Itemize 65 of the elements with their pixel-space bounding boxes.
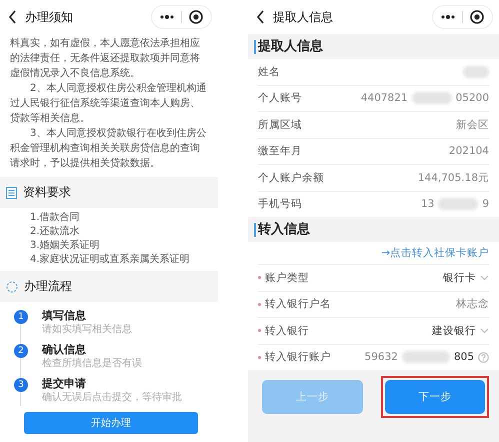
required-dot xyxy=(258,276,261,280)
step-title: 提交申请 xyxy=(42,376,87,391)
back-icon[interactable] xyxy=(8,10,17,24)
value-text: 144,705.18元 xyxy=(418,170,489,185)
step-number: 2 xyxy=(14,344,28,358)
field-label: 个人账号 xyxy=(258,91,303,106)
step-number: 1 xyxy=(14,310,28,324)
field-label: 转入银行账户 xyxy=(265,350,332,364)
material-item: 1.借款合同 xyxy=(30,211,81,225)
field-label: 手机号码 xyxy=(258,197,303,212)
value-text: 59632 xyxy=(364,351,398,364)
value-text: 05200 xyxy=(456,92,489,104)
step-title: 确认信息 xyxy=(42,342,87,357)
page-title: 提取人信息 xyxy=(273,8,334,26)
masked-value xyxy=(412,92,452,104)
required-dot xyxy=(258,302,261,306)
section-title: 办理流程 xyxy=(24,278,72,295)
notice-paragraph: 2、本人同意授权住房公积金管理机构通过人民银行征信系统等渠道查询本人购房、贷款等相关信息。 xyxy=(10,82,208,126)
social-card-link[interactable]: →点击转入社保卡账户 xyxy=(258,242,489,265)
select-value[interactable]: 银行卡 xyxy=(443,270,476,285)
material-item: 3.婚姻关系证明 xyxy=(30,239,101,253)
masked-value xyxy=(438,198,478,210)
field-label: 所属区域 xyxy=(258,118,303,132)
loading-icon xyxy=(6,280,18,292)
notice-paragraph: 料真实，如有虚假，本人愿意依法承担相应的法律责任，无条件返还提取款项并同意将虚假情况录入不良信息系统。 xyxy=(10,36,201,81)
section-title: 资料要求 xyxy=(23,184,71,201)
step-description: 请如实填写相关信息 xyxy=(42,323,132,336)
page-title: 办理须知 xyxy=(25,8,74,26)
next-button[interactable]: 下一步 xyxy=(384,380,485,414)
step-title: 填写信息 xyxy=(42,308,87,323)
select-value[interactable]: 建设银行 xyxy=(432,324,476,338)
field-label: 个人账户余额 xyxy=(258,170,325,185)
field-label: 账户类型 xyxy=(265,270,310,285)
back-icon[interactable] xyxy=(256,10,265,24)
material-item: 4.家庭状况证明或直系亲属关系证明 xyxy=(30,253,191,267)
value-text: 805 xyxy=(454,351,474,364)
field-label: 缴至年月 xyxy=(258,144,303,158)
section-title: 提取人信息 xyxy=(254,40,323,54)
field-label: 转入银行户名 xyxy=(265,297,332,312)
close-icon[interactable] xyxy=(189,10,203,24)
more-icon[interactable] xyxy=(160,14,174,20)
masked-value xyxy=(402,351,450,364)
material-item: 2.还款流水 xyxy=(30,225,81,239)
step-description: 检查所填信息是否有误 xyxy=(42,357,142,370)
masked-value xyxy=(463,66,489,78)
value-text: 202104 xyxy=(448,145,489,158)
value-text: 9 xyxy=(482,198,489,210)
capsule-menu[interactable] xyxy=(432,5,493,29)
value-text: 新会区 xyxy=(456,118,489,132)
more-icon[interactable] xyxy=(441,14,455,20)
step-description: 确认无误后点击提交，等待审批 xyxy=(42,391,182,404)
value-text: 4407821 xyxy=(360,92,408,104)
field-label: 转入银行 xyxy=(265,324,310,338)
value-text: 林志念 xyxy=(456,297,489,312)
required-dot xyxy=(258,329,261,332)
required-dot xyxy=(258,356,261,359)
value-text: 13 xyxy=(420,198,434,210)
capsule-menu[interactable] xyxy=(151,5,212,29)
start-button[interactable]: 开始办理 xyxy=(24,412,198,434)
close-icon[interactable] xyxy=(470,10,484,24)
document-icon xyxy=(6,186,17,198)
notice-paragraph: 3、本人同意授权贷款银行在收到住房公积金管理机构查询相关关联房贷信息的查询请求时，予以提供相关贷款数据。 xyxy=(10,126,208,171)
step-number: 3 xyxy=(14,378,28,392)
section-title: 转入信息 xyxy=(254,223,310,237)
field-label: 姓名 xyxy=(258,64,281,79)
